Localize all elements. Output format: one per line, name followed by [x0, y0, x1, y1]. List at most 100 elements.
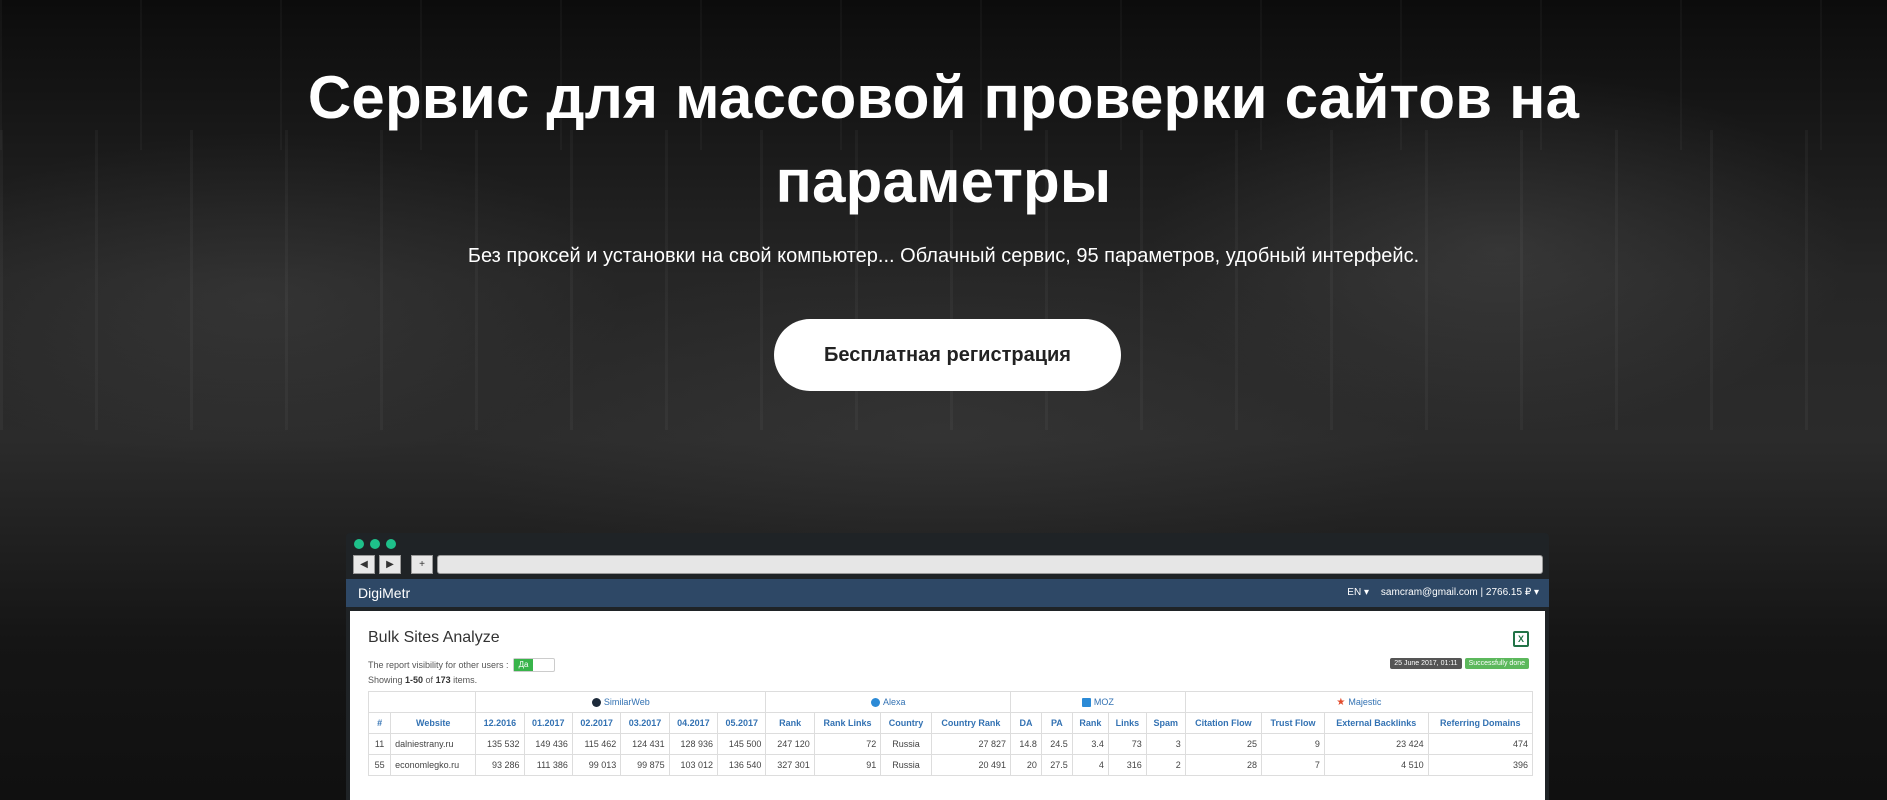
- hero-title: Сервис для массовой проверки сайтов на п…: [307, 64, 1580, 215]
- table-row: 55 economlegko.ru 93 286 111 386 99 013 99 87…: [367, 754, 1534, 776]
- table-cell: 24.5: [1040, 733, 1073, 755]
- table-cell: 55: [367, 754, 392, 776]
- app-brand: DigiMetr: [358, 585, 411, 601]
- group-label: SimilarWeb: [603, 696, 650, 707]
- window-dot-icon: [386, 539, 396, 549]
- table-cell: 474: [1427, 733, 1534, 755]
- column-header[interactable]: Country Rank: [930, 712, 1012, 734]
- group-label: Alexa: [882, 696, 906, 707]
- group-moz: MOZ: [1010, 691, 1186, 713]
- showing-prefix: Showing: [368, 675, 406, 685]
- table-cell: 91: [813, 754, 882, 776]
- group-alexa: Alexa: [765, 691, 1012, 713]
- status-badges: 25 June 2017, 01:11 Successfully done: [1390, 658, 1529, 669]
- column-header[interactable]: #: [367, 712, 392, 734]
- column-header[interactable]: PA: [1040, 712, 1073, 734]
- table-cell: 149 436: [523, 733, 573, 755]
- table-group-spacer: [367, 691, 477, 713]
- table-cell: Russia: [880, 733, 932, 755]
- column-header[interactable]: External Backlinks: [1323, 712, 1429, 734]
- back-arrow-icon: ◀: [353, 555, 375, 574]
- showing-total: 173: [435, 675, 451, 685]
- column-header[interactable]: Rank: [1071, 712, 1109, 734]
- group-label: MOZ: [1093, 696, 1114, 707]
- table-cell: 3: [1145, 733, 1186, 755]
- visibility-toggle: Да: [512, 658, 555, 672]
- table-cell: 28: [1184, 754, 1263, 776]
- table-cell: 316: [1107, 754, 1147, 776]
- table-cell: 93 286: [475, 754, 525, 776]
- table-cell: 23 424: [1323, 733, 1429, 755]
- visibility-toggle-value: Да: [513, 659, 534, 671]
- column-header[interactable]: Rank Links: [813, 712, 882, 734]
- column-header[interactable]: Citation Flow: [1184, 712, 1263, 734]
- column-header[interactable]: 03.2017: [620, 712, 670, 734]
- showing-range: 1-50: [405, 675, 424, 685]
- page-title: Bulk Sites Analyze: [368, 629, 500, 646]
- column-header[interactable]: 05.2017: [717, 712, 767, 734]
- table-cell: 115 462: [571, 733, 622, 755]
- free-registration-button[interactable]: Бесплатная регистрация: [774, 319, 1121, 391]
- similarweb-icon: [591, 698, 601, 708]
- column-header[interactable]: Spam: [1145, 712, 1186, 734]
- column-header[interactable]: Website: [390, 712, 477, 734]
- table-cell: 25: [1184, 733, 1263, 755]
- table-cell: 2: [1145, 754, 1186, 776]
- table-cell: 396: [1427, 754, 1534, 776]
- column-header[interactable]: DA: [1010, 712, 1042, 734]
- hero-subtitle: Без проксей и установки на свой компьюте…: [467, 245, 1420, 267]
- table-cell: 7: [1261, 754, 1325, 776]
- table-cell: 20 491: [930, 754, 1012, 776]
- table-cell: 27.5: [1040, 754, 1073, 776]
- column-header[interactable]: Country: [880, 712, 932, 734]
- table-cell: 136 540: [717, 754, 767, 776]
- group-majestic: ★ Majestic: [1184, 691, 1534, 713]
- alexa-icon: [870, 698, 880, 708]
- window-dot-icon: [354, 539, 364, 549]
- moz-icon: [1081, 698, 1091, 708]
- column-header[interactable]: Links: [1107, 712, 1147, 734]
- account-dropdown: samcram@gmail.com | 2766.15 ₽ ▾: [1380, 587, 1539, 598]
- table-cell: 128 936: [668, 733, 719, 755]
- table-row: 11 dalniestrany.ru 135 532 149 436 115 462 12…: [367, 733, 1534, 755]
- table-cell[interactable]: economlegko.ru: [390, 754, 477, 776]
- column-header[interactable]: Rank: [765, 712, 815, 734]
- pagination-summary: Showing 1-50 of 173 items.: [368, 675, 477, 685]
- column-header[interactable]: 12.2016: [475, 712, 525, 734]
- app-navbar: DigiMetr EN ▾ samcram@gmail.com | 2766.1…: [346, 579, 1549, 607]
- showing-suffix: items.: [450, 675, 478, 685]
- table-cell: 124 431: [620, 733, 670, 755]
- table-cell: 4 510: [1323, 754, 1429, 776]
- report-panel: Bulk Sites Analyze X The report visibili…: [350, 611, 1545, 800]
- table-cell: 3.4: [1071, 733, 1109, 755]
- table-header-row: # Website 12.2016 01.2017 02.2017 03.2017 04.2…: [367, 712, 1534, 734]
- column-header[interactable]: 02.2017: [571, 712, 622, 734]
- table-cell: Russia: [880, 754, 932, 776]
- address-bar: [437, 555, 1543, 574]
- status-badge: Successfully done: [1464, 658, 1529, 669]
- table-cell: 20: [1010, 754, 1042, 776]
- window-controls: [354, 539, 396, 549]
- visibility-row: The report visibility for other users : …: [368, 658, 555, 672]
- group-similarweb: SimilarWeb: [475, 691, 767, 713]
- language-dropdown: EN ▾: [1347, 587, 1369, 598]
- column-header[interactable]: Referring Domains: [1427, 712, 1534, 734]
- table-cell: 99 875: [620, 754, 670, 776]
- majestic-icon: ★: [1336, 696, 1346, 708]
- column-header[interactable]: 01.2017: [523, 712, 573, 734]
- window-dot-icon: [370, 539, 380, 549]
- column-header[interactable]: Trust Flow: [1261, 712, 1325, 734]
- table-cell: 72: [813, 733, 882, 755]
- table-cell: 14.8: [1010, 733, 1042, 755]
- date-badge: 25 June 2017, 01:11: [1390, 658, 1462, 669]
- table-cell: 4: [1071, 754, 1109, 776]
- forward-arrow-icon: ▶: [379, 555, 401, 574]
- table-cell: 111 386: [523, 754, 573, 776]
- table-cell: 73: [1107, 733, 1147, 755]
- table-cell: 135 532: [475, 733, 525, 755]
- browser-toolbar: ◀ ▶ +: [353, 555, 1543, 574]
- table-cell: 9: [1261, 733, 1325, 755]
- visibility-label: The report visibility for other users :: [368, 660, 509, 670]
- table-cell[interactable]: dalniestrany.ru: [390, 733, 477, 755]
- column-header[interactable]: 04.2017: [668, 712, 719, 734]
